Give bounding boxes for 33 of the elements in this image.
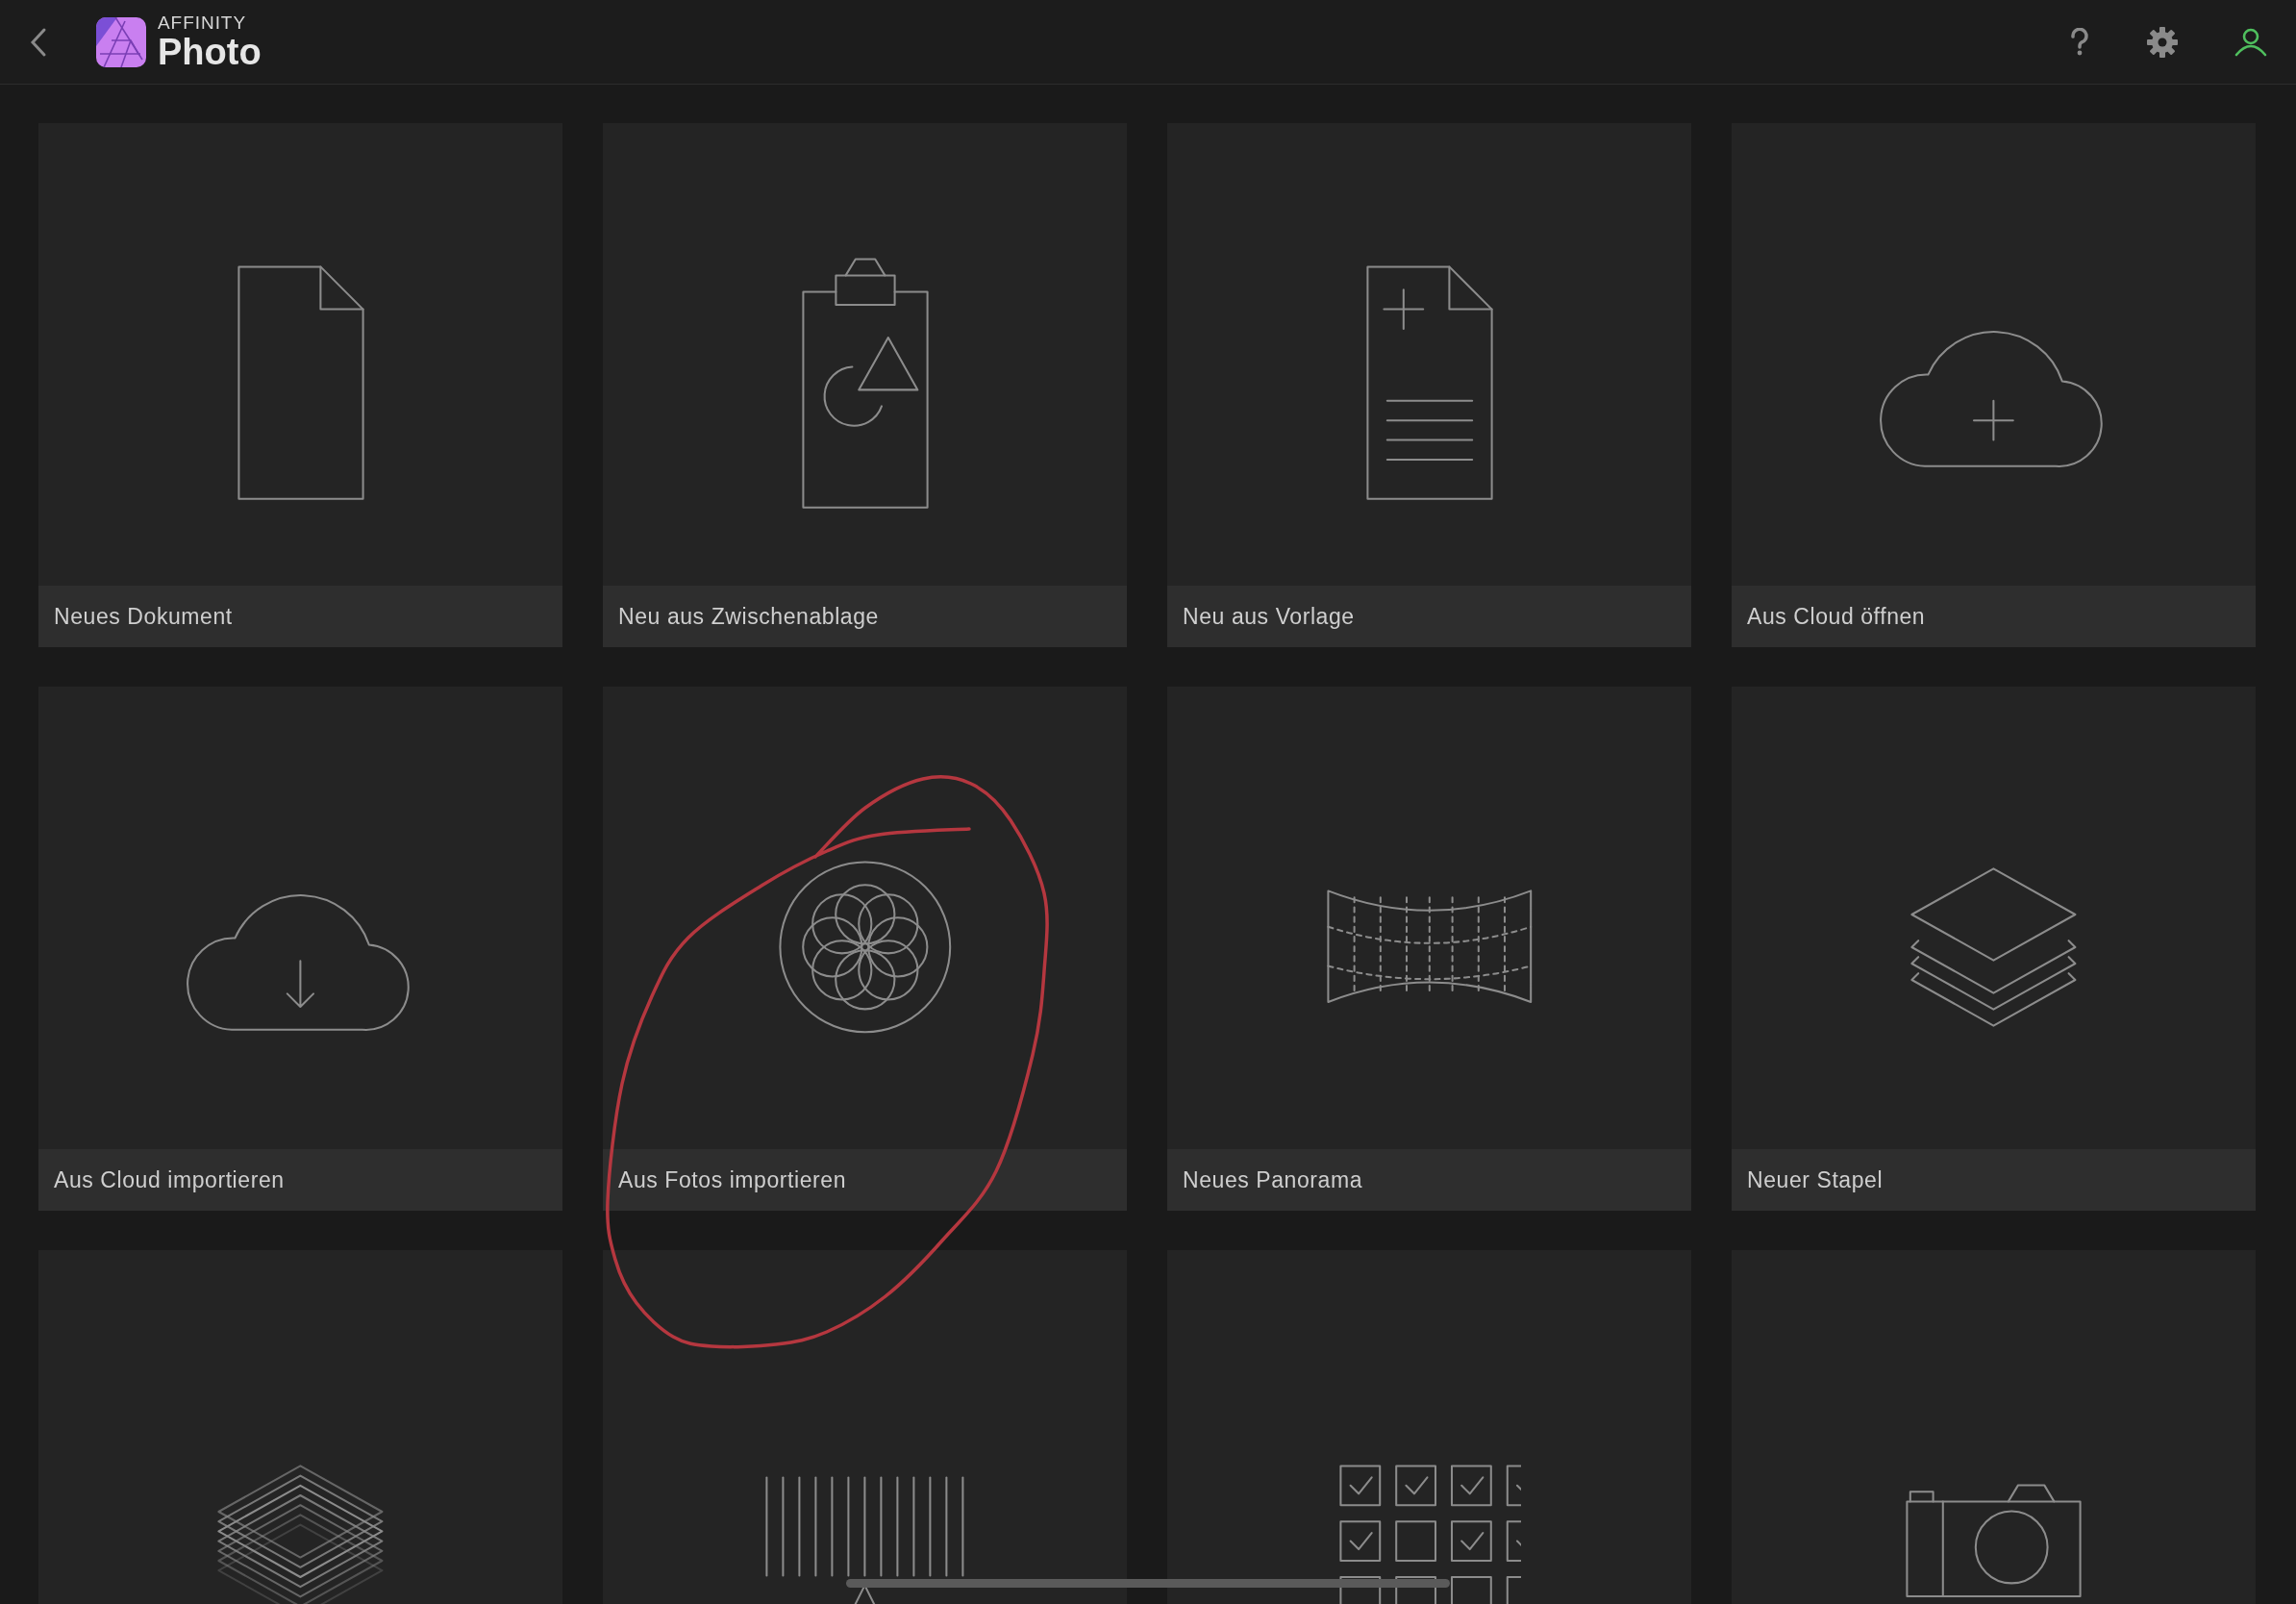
checkbox-grid-icon (1337, 1462, 1521, 1604)
help-icon[interactable] (2069, 27, 2090, 57)
tile-label: Neu aus Zwischenablage (618, 602, 879, 631)
brand-wordmark: AFFINITY (158, 13, 248, 32)
tile-label: Aus Cloud öffnen (1747, 602, 1926, 631)
vertical-lines-icon (763, 1473, 966, 1604)
app-logo-icon (96, 16, 146, 67)
tile-label: Neuer Stapel (1747, 1165, 1884, 1194)
panorama-grid-icon (1324, 888, 1535, 1006)
settings-icon[interactable] (2146, 25, 2179, 59)
document-plus-icon (1363, 263, 1495, 503)
user-icon[interactable] (2234, 27, 2267, 57)
tile-card[interactable]: Aus Cloud importieren (38, 687, 562, 1211)
tile-card[interactable]: Neu aus Zwischenablage (603, 123, 1127, 647)
layers-icon (1909, 865, 2079, 1029)
back-chevron-icon[interactable] (29, 26, 48, 58)
document-icon (235, 263, 366, 503)
tile-label: Aus Fotos importieren (618, 1165, 847, 1194)
tile-label: Neues Panorama (1183, 1165, 1363, 1194)
layered-diamonds-icon (215, 1462, 386, 1604)
tile-card[interactable]: Neues Dokument (38, 123, 562, 647)
app-name: Photo (158, 34, 262, 70)
tile-label: Aus Cloud importieren (54, 1165, 285, 1194)
tile-card[interactable]: Aus Fotos importieren (603, 687, 1127, 1211)
tile-label: Neues Dokument (54, 602, 233, 631)
tile-card[interactable]: Neu aus Vorlage (1167, 123, 1691, 647)
camera-icon (1904, 1482, 2084, 1600)
flower-icon (776, 858, 954, 1036)
tile-card[interactable]: Neues Panorama (1167, 687, 1691, 1211)
tile-card[interactable]: Aus Cloud öffnen (1732, 123, 2256, 647)
clipboard-icon (799, 255, 931, 512)
tile-label: Neu aus Vorlage (1183, 602, 1355, 631)
tile-card[interactable]: Neuer Stapel (1732, 687, 2256, 1211)
